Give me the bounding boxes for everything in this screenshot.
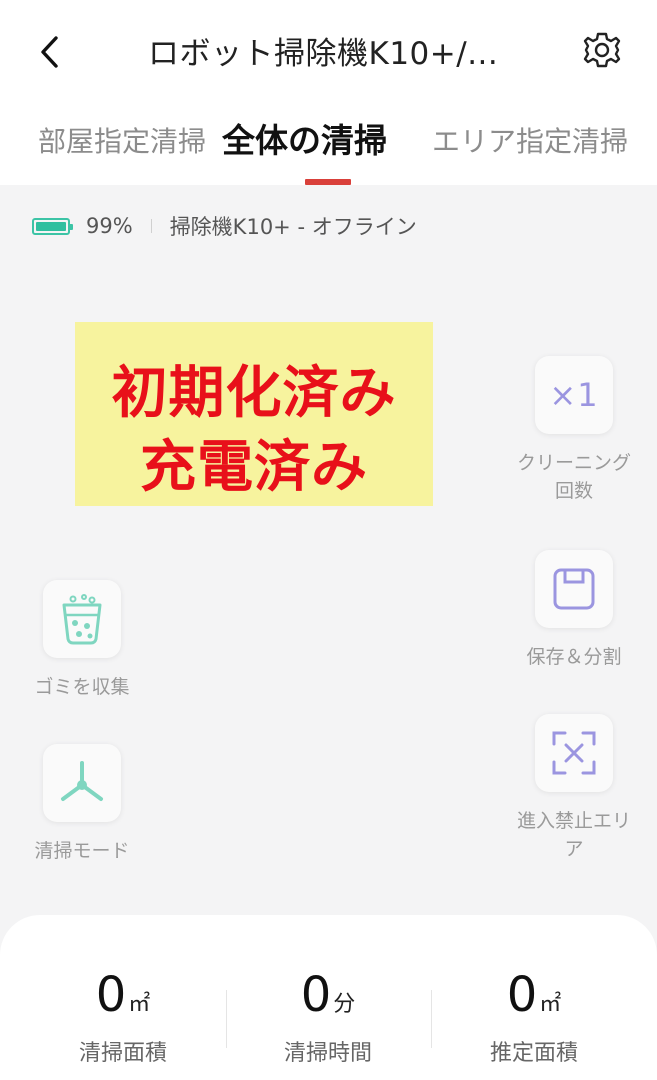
no-go-zone-label: 進入禁止エリ ア xyxy=(514,806,634,864)
no-go-zone-button[interactable] xyxy=(535,714,613,792)
overlay-line-2: 充電済み xyxy=(140,435,368,500)
save-split-label: 保存＆分割 xyxy=(526,646,622,668)
collect-dust-action[interactable]: ゴミを収集 xyxy=(22,580,142,702)
no-go-zone-icon xyxy=(552,731,596,775)
battery-icon xyxy=(32,217,73,235)
gear-icon xyxy=(583,32,621,68)
status-row: 99% 掃除機K10+ - オフライン xyxy=(32,210,417,242)
settings-button[interactable] xyxy=(580,28,624,72)
dust-bin-icon xyxy=(62,594,102,645)
battery-percent: 99% xyxy=(86,214,133,238)
tab-full-clean-label: 全体の清掃 xyxy=(222,121,387,160)
stat-clean-area-number: 0 xyxy=(95,967,127,1023)
clean-count-label: クリーニング 回数 xyxy=(514,448,634,506)
status-divider xyxy=(150,219,152,233)
tab-area-clean[interactable]: エリア指定清掃 xyxy=(432,120,632,160)
clean-count-value: ×1 xyxy=(549,376,599,414)
collect-dust-label: ゴミを収集 xyxy=(34,676,130,698)
back-button[interactable] xyxy=(34,32,68,72)
page-title: ロボット掃除機K10+/... xyxy=(148,36,499,72)
device-status: 掃除機K10+ - オフライン xyxy=(169,215,417,239)
stats-card: 0㎡ 清掃面積 0分 清掃時間 0㎡ 推定面積 xyxy=(0,915,657,1080)
stat-clean-area-value: 0㎡ xyxy=(43,965,203,1035)
save-split-button[interactable] xyxy=(535,550,613,628)
clean-mode-action[interactable]: 清掃モード xyxy=(22,744,142,866)
tab-room-clean[interactable]: 部屋指定清掃 xyxy=(38,120,210,160)
stat-estimated-area: 0㎡ 推定面積 xyxy=(454,965,614,1067)
no-go-zone-action[interactable]: 進入禁止エリ ア xyxy=(514,714,634,864)
stat-estimated-area-unit: ㎡ xyxy=(539,992,562,1017)
stat-clean-time-label: 清掃時間 xyxy=(283,1041,372,1066)
clean-count-label-line1: クリーニング xyxy=(516,452,631,474)
tab-full-clean[interactable]: 全体の清掃 xyxy=(222,114,426,162)
side-brush-icon xyxy=(61,761,103,801)
stat-clean-time-number: 0 xyxy=(300,967,332,1023)
clean-mode-button[interactable] xyxy=(43,744,121,822)
stat-clean-area: 0㎡ 清掃面積 xyxy=(43,965,203,1067)
stat-estimated-area-label: 推定面積 xyxy=(489,1041,578,1066)
collect-dust-button[interactable] xyxy=(43,580,121,658)
tab-area-clean-label: エリア指定清掃 xyxy=(432,125,629,158)
tab-room-clean-label: 部屋指定清掃 xyxy=(38,125,207,158)
clean-count-button[interactable]: ×1 xyxy=(535,356,613,434)
no-go-zone-label-line1: 進入禁止エリ xyxy=(516,810,631,832)
overlay-banner: 初期化済み 充電済み xyxy=(75,322,433,506)
clean-count-action[interactable]: ×1 クリーニング 回数 xyxy=(514,356,634,506)
save-icon xyxy=(553,568,595,610)
stat-clean-time-value: 0分 xyxy=(248,965,408,1035)
stat-divider xyxy=(226,990,227,1048)
stat-clean-time-unit: 分 xyxy=(333,992,356,1017)
top-bar: ロボット掃除機K10+/... 部屋指定清掃 全体の清掃 エリア指定清掃 xyxy=(0,0,657,185)
stat-clean-area-unit: ㎡ xyxy=(128,992,151,1017)
overlay-line-1: 初期化済み xyxy=(111,361,397,426)
no-go-zone-label-line2: ア xyxy=(564,838,584,860)
stat-clean-area-label: 清掃面積 xyxy=(78,1041,167,1066)
tab-indicator xyxy=(305,179,351,185)
clean-mode-label: 清掃モード xyxy=(34,840,130,862)
clean-count-label-line2: 回数 xyxy=(554,480,593,502)
stat-estimated-area-value: 0㎡ xyxy=(454,965,614,1035)
stat-divider xyxy=(431,990,432,1048)
save-split-action[interactable]: 保存＆分割 xyxy=(514,550,634,672)
stat-clean-time: 0分 清掃時間 xyxy=(248,965,408,1067)
stat-estimated-area-number: 0 xyxy=(506,967,538,1023)
chevron-left-icon xyxy=(41,36,58,68)
